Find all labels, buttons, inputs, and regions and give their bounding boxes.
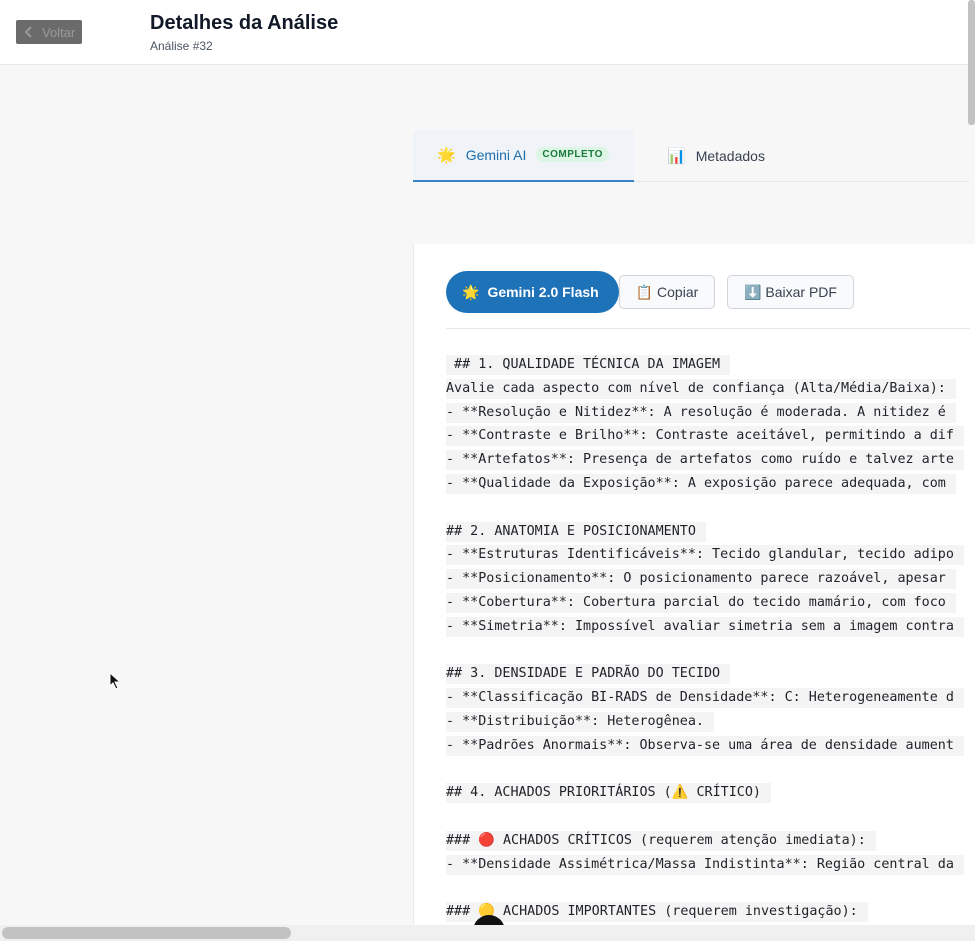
model-label: Gemini 2.0 Flash [487, 284, 599, 300]
tab-metadados[interactable]: 📊 Metadados [667, 129, 765, 182]
report-line: ## 4. ACHADOS PRIORITÁRIOS (⚠️ CRÍTICO) [446, 783, 771, 804]
report-line: - **Qualidade da Exposição**: A exposiçã… [446, 474, 956, 494]
bar-chart-icon: 📊 [667, 147, 686, 165]
report-line: - **Simetria**: Impossível avaliar simet… [446, 616, 964, 637]
report-line: ## 2. ANATOMIA E POSICIONAMENTO [446, 521, 706, 542]
report-line: - **Padrões Anormais**: Observa-se uma á… [446, 735, 964, 756]
copy-button[interactable]: 📋 Copiar [619, 275, 715, 309]
vertical-scrollbar-thumb[interactable] [968, 0, 975, 125]
report-line: - **Posicionamento**: O posicionamento p… [446, 569, 956, 590]
mouse-cursor-icon [109, 672, 122, 690]
download-pdf-button[interactable]: ⬇️ Baixar PDF [727, 275, 854, 309]
chevron-left-icon [24, 26, 32, 38]
back-button[interactable]: Voltar [16, 20, 82, 44]
report-line: - **Distribuição**: Heterogênea. [446, 712, 714, 732]
tab-label: Gemini AI [465, 146, 527, 163]
tab-gemini-ai[interactable]: 🌟 Gemini AI COMPLETO [413, 129, 634, 182]
tab-label: Metadados [695, 147, 765, 164]
page-subtitle: Análise #32 [150, 39, 213, 53]
analysis-toolbar: 🌟 Gemini 2.0 Flash 📋 Copiar ⬇️ Baixar PD… [446, 271, 970, 329]
report-line: - **Classificação BI-RADS de Densidade**… [446, 688, 964, 709]
report-line: - **Cobertura**: Cobertura parcial do te… [446, 593, 956, 613]
tab-bar: 🌟 Gemini AI COMPLETO 📊 Metadados [413, 129, 969, 182]
report-line [446, 760, 456, 780]
report-line: - **Contraste e Brilho**: Contraste acei… [446, 426, 964, 447]
report-line [446, 498, 456, 518]
page-title: Detalhes da Análise [150, 12, 339, 34]
horizontal-scrollbar-thumb[interactable] [2, 927, 291, 939]
report-line: ## 3. DENSIDADE E PADRÃO DO TECIDO [446, 664, 731, 685]
report-line [446, 641, 456, 661]
report-line: Avalie cada aspecto com nível de confian… [446, 378, 956, 399]
star-icon: 🌟 [437, 146, 456, 164]
report-line: ### 🔴 ACHADOS CRÍTICOS (requerem atenção… [446, 831, 876, 851]
top-bar: Voltar Detalhes da Análise Análise #32 [0, 0, 975, 65]
report-line: - **Estruturas Identificáveis**: Tecido … [446, 545, 964, 566]
report-line: ### 🟡 ACHADOS IMPORTANTES (requerem inve… [446, 902, 868, 923]
report-line: ## 1. QUALIDADE TÉCNICA DA IMAGEM [446, 355, 731, 375]
report-line: - **Artefatos**: Presença de artefatos c… [446, 450, 964, 471]
report-line [446, 879, 456, 899]
back-button-label: Voltar [42, 24, 76, 40]
star-icon: 🌟 [462, 283, 480, 300]
status-badge: COMPLETO [536, 147, 609, 162]
model-selector-button[interactable]: 🌟 Gemini 2.0 Flash [446, 271, 619, 313]
report-line: - **Densidade Assimétrica/Massa Indistin… [446, 854, 964, 875]
report-line [446, 807, 456, 827]
analysis-card: 🌟 Gemini 2.0 Flash 📋 Copiar ⬇️ Baixar PD… [413, 244, 975, 941]
horizontal-scrollbar[interactable] [0, 925, 975, 941]
report-line: - **Resolução e Nitidez**: A resolução é… [446, 402, 956, 423]
